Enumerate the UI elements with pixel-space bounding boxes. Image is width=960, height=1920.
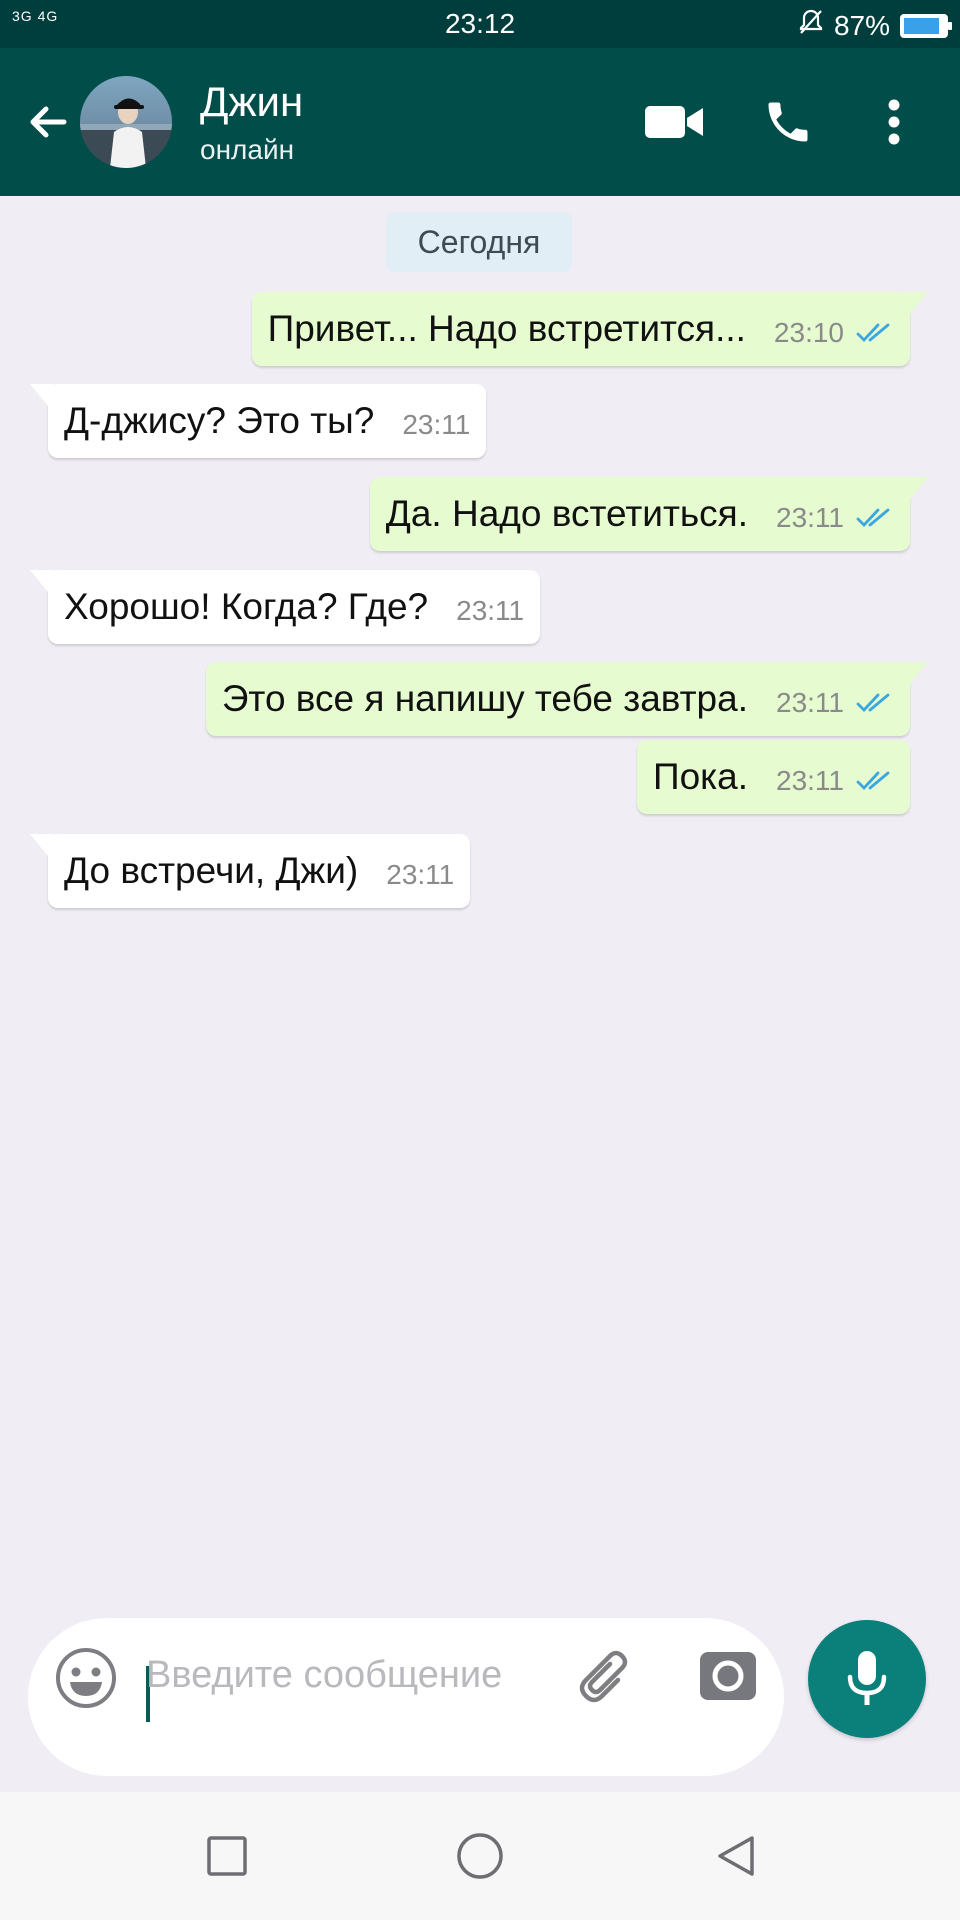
message-bubble-incoming[interactable]: Хорошо! Когда? Где? 23:11 [30,570,541,644]
nav-back-icon[interactable] [712,1832,760,1880]
message-bubble-outgoing[interactable]: Да. Надо встетиться. 23:11 [369,477,928,551]
message-text: Д-джису? Это ты? [64,400,375,441]
message-text: Хорошо! Когда? Где? [64,586,429,627]
message-bubble-incoming[interactable]: До встречи, Джи) 23:11 [30,834,471,908]
message-input[interactable]: Введите сообщение [146,1650,566,1760]
message-meta: 23:11 [386,859,454,891]
message-bubble-outgoing[interactable]: Это все я напишу тебе завтра. 23:11 [205,662,928,736]
bubble-tail [30,834,54,856]
message-time: 23:11 [776,502,844,533]
contact-name[interactable]: Джин [200,78,303,126]
mic-icon [847,1651,887,1705]
message-time: 23:11 [776,687,844,718]
read-receipt-icon [856,693,890,713]
message-meta: 23:11 [776,502,894,534]
contact-status: онлайн [200,134,295,165]
message-time: 23:11 [402,409,471,440]
bubble-tail [904,662,928,684]
message-time: 23:11 [386,859,455,890]
message-bubble-outgoing[interactable]: Привет... Надо встретится... 23:10 [251,292,928,366]
battery-icon [900,13,952,38]
message-text: Привет... Надо встретится... [267,308,746,349]
attach-icon[interactable] [574,1646,638,1710]
message-text: До встречи, Джи) [64,850,359,891]
more-vert-icon[interactable] [862,96,926,148]
mute-icon [798,8,824,43]
bubble-tail [30,384,54,406]
message-bubble-outgoing[interactable]: Пока. 23:11 [636,740,910,814]
message-time: 23:11 [776,765,844,796]
message-meta: 23:10 [774,317,894,349]
phone-icon[interactable] [756,96,820,148]
message-meta: 23:11 [776,687,894,719]
message-time: 23:11 [456,595,525,626]
bubble-tail [904,292,928,314]
read-receipt-icon [856,771,890,791]
bubble-tail [30,570,54,592]
message-bubble-incoming[interactable]: Д-джису? Это ты? 23:11 [30,384,487,458]
nav-square-icon[interactable] [203,1832,251,1880]
system-nav-bar [0,1792,960,1920]
message-text: Пока. [652,756,748,797]
bubble-tail [904,477,928,499]
avatar[interactable] [80,76,172,168]
message-meta: 23:11 [776,765,894,797]
message-time: 23:10 [773,317,844,348]
battery-percent: 87% [833,9,890,41]
video-call-icon[interactable] [642,96,706,148]
message-meta: 23:11 [402,409,470,441]
chat-header: Джин онлайн [0,48,960,196]
nav-circle-icon[interactable] [456,1832,504,1880]
message-meta: 23:11 [456,595,524,627]
message-text: Да. Надо встетиться. [385,493,748,534]
camera-icon[interactable] [696,1644,760,1708]
emoji-icon[interactable] [54,1646,118,1710]
read-receipt-icon [856,508,890,528]
read-receipt-icon [856,323,890,343]
mic-button[interactable] [808,1620,926,1738]
back-arrow-icon[interactable] [24,98,72,146]
message-text: Это все я напишу тебе завтра. [221,678,748,719]
date-divider: Сегодня [386,212,572,272]
status-bar: 3G 4G 23:12 87% [0,0,960,48]
status-right: 87% [798,8,952,43]
